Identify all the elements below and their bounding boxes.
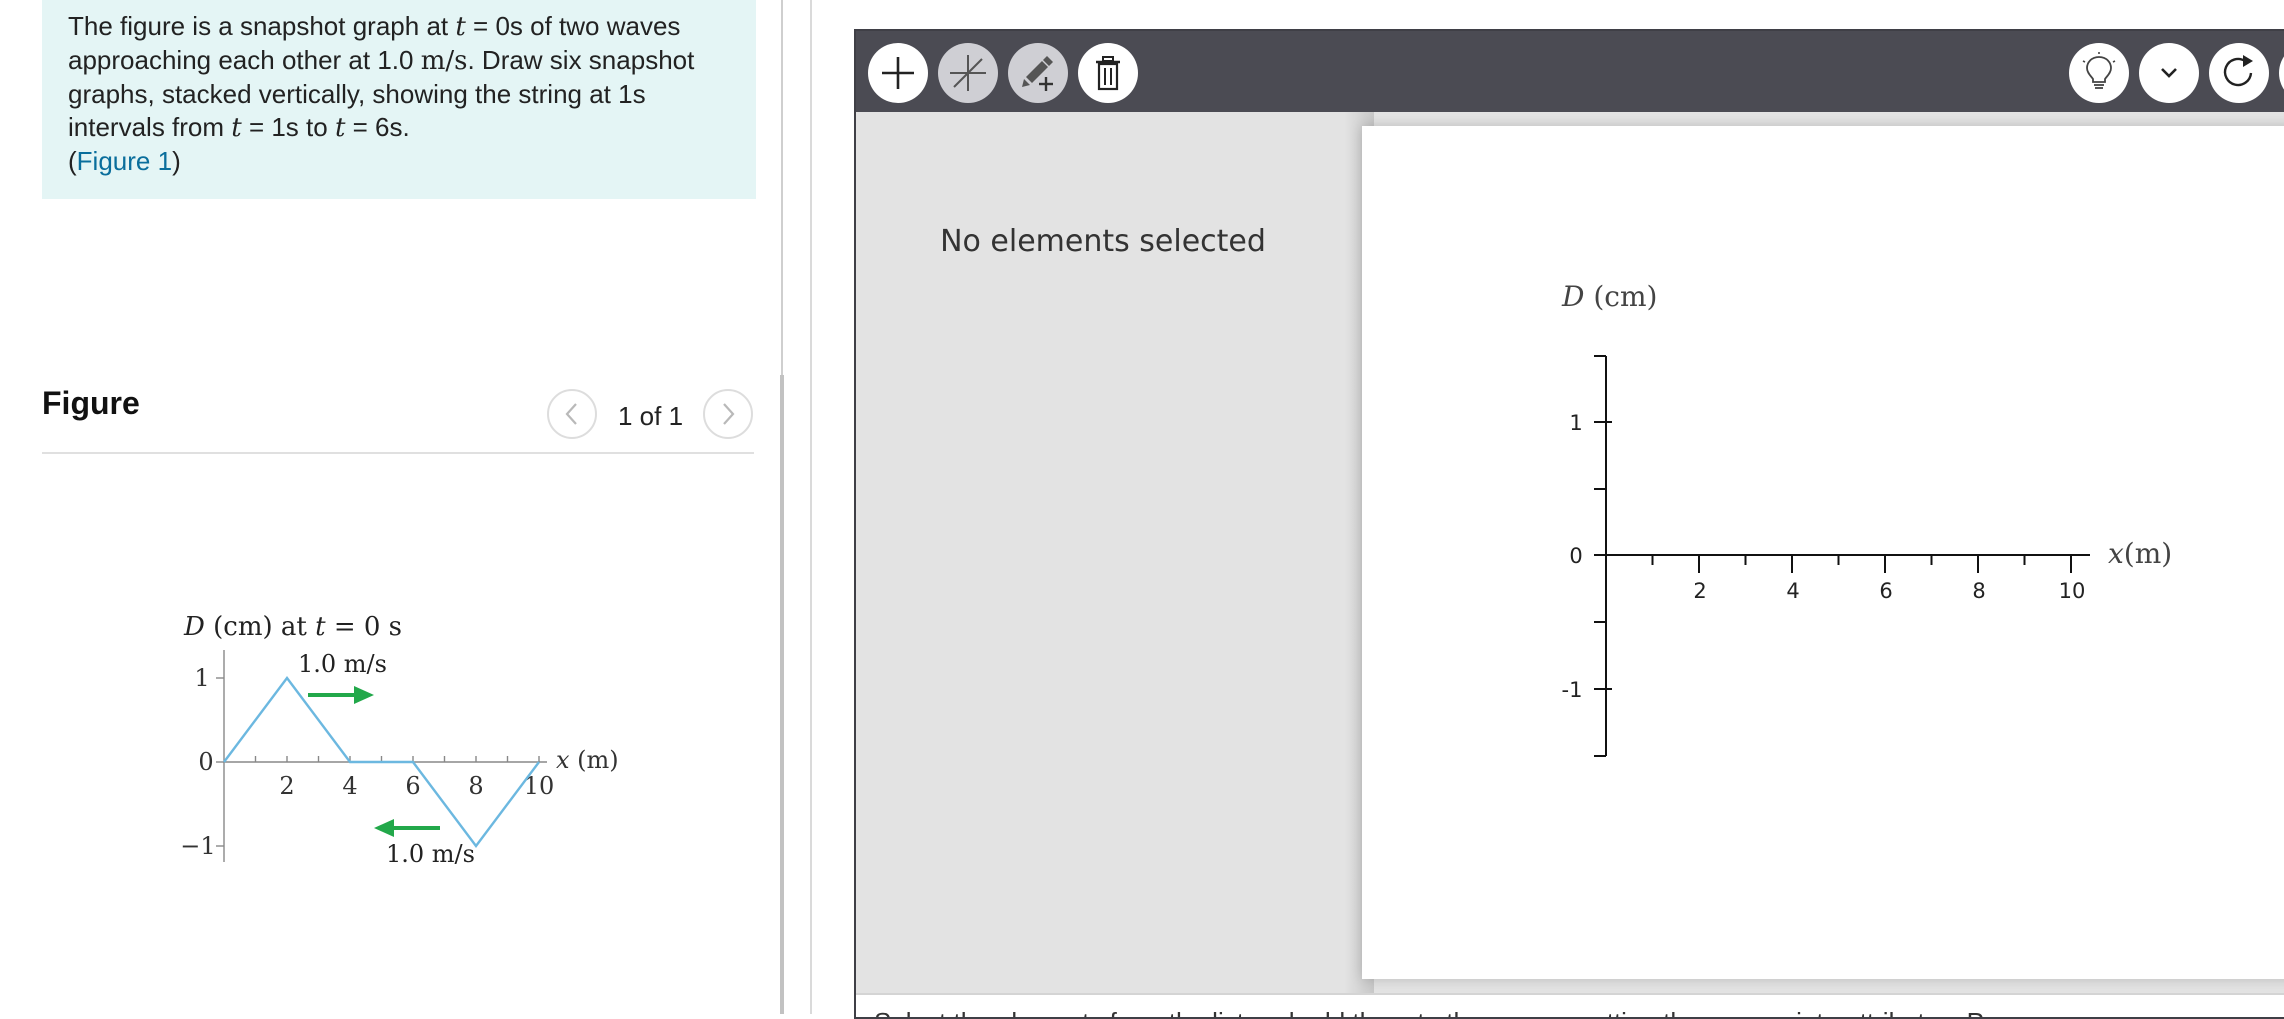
problem-statement: The figure is a snapshot graph at t = 0s… — [42, 0, 756, 199]
panel-splitter-line — [781, 0, 783, 380]
chevron-right-icon — [723, 403, 735, 425]
more-tools-button[interactable] — [2279, 43, 2284, 103]
figure-speed-label-bottom: 1.0 m/s — [386, 840, 475, 868]
canvas-graph: D (cm) 1 0 -1 2 4 6 8 10 x(m) — [1561, 280, 2172, 757]
unit-mps: m/s — [420, 46, 468, 76]
figure-x-axis-label: x (m) — [556, 746, 619, 774]
plus-icon — [882, 57, 914, 89]
trash-icon — [1096, 56, 1120, 91]
chevron-left-icon — [565, 403, 577, 425]
panel-resize-handle[interactable] — [780, 375, 784, 1014]
figure-pager-count: 1 of 1 — [618, 401, 684, 431]
link-paren-open: ( — [68, 146, 77, 176]
options-dropdown-button[interactable] — [2139, 43, 2199, 103]
drawing-tool: No elements selected D (cm) 1 0 -1 2 4 6… — [854, 29, 2284, 1019]
figure-x-tick-label: 6 — [405, 772, 420, 800]
hint-button[interactable] — [2069, 43, 2129, 103]
figure-x-tick-label: 8 — [468, 772, 483, 800]
figure-x-tick-label: 2 — [279, 772, 294, 800]
var-t: t — [455, 12, 466, 42]
problem-text-4: = 1s to — [241, 112, 335, 142]
problem-text-5: = 6s. — [345, 112, 410, 142]
canvas-y-tick-label: 1 — [1569, 411, 1582, 435]
redo-button[interactable] — [2209, 43, 2269, 103]
no-selection-message: No elements selected — [940, 224, 1266, 259]
canvas-x-tick-label: 8 — [1972, 579, 1985, 603]
figure-x-tick-label: 4 — [342, 772, 357, 800]
figure-heading: Figure — [42, 385, 140, 421]
delete-button[interactable] — [1078, 43, 1138, 103]
panel-divider — [810, 0, 812, 1014]
canvas-x-ticks — [1651, 555, 2072, 573]
figure-link[interactable]: Figure 1 — [77, 146, 172, 176]
figure-snapshot-graph: D (cm) at t = 0 s 1 0 −1 2 4 6 8 10 x (m… — [180, 612, 619, 868]
problem-text-1: The figure is a snapshot graph at — [68, 11, 456, 41]
redo-icon — [2223, 55, 2253, 87]
figure-divider — [42, 452, 754, 454]
instruction-bar: Select the elements from the list and ad… — [856, 993, 2284, 1017]
figure-graph-title: D (cm) at t = 0 s — [183, 612, 402, 642]
canvas-x-tick-label: 2 — [1693, 579, 1706, 603]
question-panel: The figure is a snapshot graph at t = 0s… — [0, 0, 785, 1014]
pen-add-button[interactable] — [1008, 43, 1068, 103]
pen-plus-icon — [1022, 56, 1053, 91]
canvas-x-tick-label: 4 — [1786, 579, 1799, 603]
figure-speed-label-top: 1.0 m/s — [298, 650, 387, 678]
drawing-canvas[interactable]: D (cm) 1 0 -1 2 4 6 8 10 x(m) — [1362, 126, 2284, 979]
previous-figure-button[interactable] — [547, 389, 597, 439]
var-t: t — [334, 113, 346, 143]
figure-y-tick-label: −1 — [180, 832, 215, 860]
canvas-x-tick-label: 10 — [2059, 579, 2086, 603]
canvas-x-axis-label: x(m) — [2108, 537, 2172, 570]
link-paren-close: ) — [172, 146, 181, 176]
lightbulb-icon — [2082, 52, 2116, 89]
line-tool-button[interactable] — [938, 43, 998, 103]
properties-pane: No elements selected — [856, 112, 1356, 990]
canvas-y-tick-label: -1 — [1562, 678, 1583, 702]
figure-y-tick-label: 0 — [198, 748, 213, 776]
var-t: t — [231, 113, 242, 143]
canvas-y-axis-label: D (cm) — [1561, 280, 1657, 313]
next-figure-button[interactable] — [703, 389, 753, 439]
instruction-text: Select the elements from the list and ad… — [874, 1007, 2033, 1017]
add-element-button[interactable] — [868, 43, 928, 103]
arrow-right-icon — [308, 686, 374, 704]
line-tool-icon — [950, 55, 986, 91]
figure-y-tick-label: 1 — [194, 664, 209, 692]
canvas-y-tick-label: 0 — [1569, 544, 1582, 568]
arrow-left-icon — [374, 819, 440, 837]
chevron-down-icon — [2161, 68, 2177, 78]
drawing-toolbar — [856, 31, 2284, 112]
canvas-x-tick-label: 6 — [1879, 579, 1892, 603]
